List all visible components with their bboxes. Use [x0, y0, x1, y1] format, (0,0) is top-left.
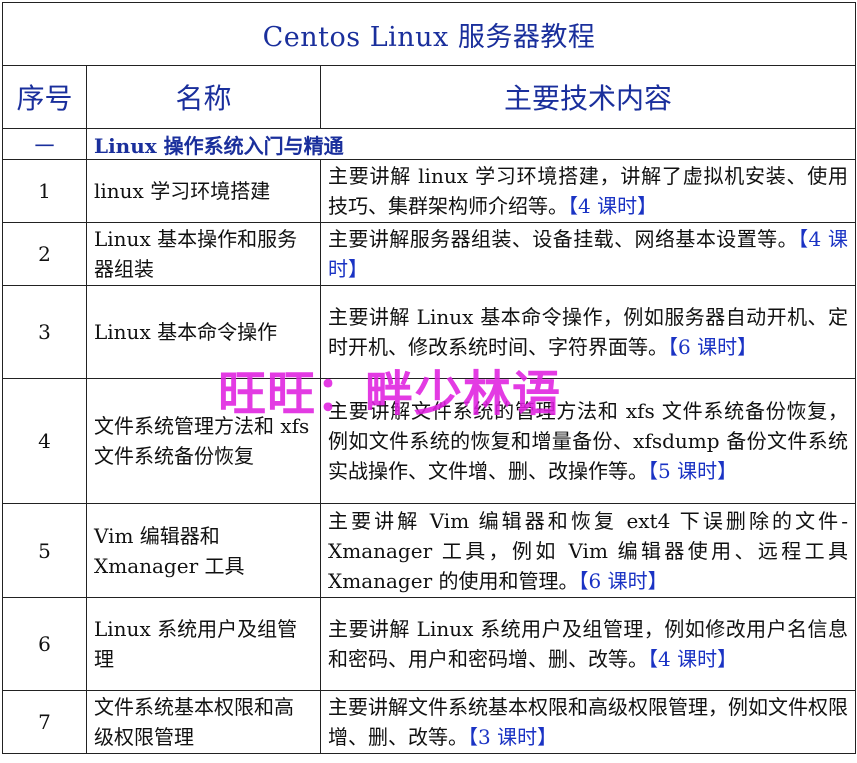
row-hours: 【4 课时】 [568, 194, 658, 218]
row-desc: 主要讲解文件系统基本权限和高级权限管理，例如文件权限增、删、改等。【3 课时】 [319, 690, 857, 754]
row-num: 5 [2, 503, 87, 598]
row-desc-text: 主要讲解文件系统基本权限和高级权限管理，例如文件权限增、删、改等。 [328, 695, 849, 749]
row-num: 4 [2, 378, 87, 504]
row-desc: 主要讲解服务器组装、设备挂载、网络基本设置等。【4 课时】 [319, 222, 857, 286]
table-row: 7 文件系统基本权限和高级权限管理 主要讲解文件系统基本权限和高级权限管理，例如… [2, 690, 857, 754]
row-name: Vim 编辑器和 Xmanager 工具 [86, 503, 321, 598]
watermark-text: 旺旺：畔少林语 [218, 366, 562, 422]
row-desc-text: 主要讲解服务器组装、设备挂载、网络基本设置等。 [328, 227, 799, 251]
row-name: 文件系统基本权限和高级权限管理 [86, 690, 321, 754]
header-num: 序号 [2, 65, 87, 129]
row-desc-text: 主要讲解 Linux 系统用户及组管理，例如修改用户名信息和密码、用户和密码增、… [328, 617, 849, 671]
row-num: 1 [2, 159, 87, 223]
section-title: Linux 操作系统入门与精通 [85, 128, 857, 160]
row-num: 6 [2, 597, 87, 691]
row-name: Linux 系统用户及组管理 [86, 597, 321, 691]
row-num: 3 [2, 285, 87, 379]
table-row: 6 Linux 系统用户及组管理 主要讲解 Linux 系统用户及组管理，例如修… [2, 597, 857, 691]
section-num: 一 [2, 128, 87, 160]
row-hours: 【5 课时】 [648, 459, 738, 483]
row-desc-text: 主要讲解 Linux 基本命令操作，例如服务器自动开机、定时开机、修改系统时间、… [328, 305, 849, 359]
row-hours: 【6 课时】 [578, 568, 668, 593]
row-num: 2 [2, 222, 87, 286]
row-hours: 【6 课时】 [668, 335, 758, 359]
row-name: linux 学习环境搭建 [86, 159, 321, 223]
row-desc: 主要讲解 Vim 编辑器和恢复 ext4 下误删除的文件-Xmanager 工具… [319, 503, 857, 598]
table-row: 1 linux 学习环境搭建 主要讲解 linux 学习环境搭建，讲解了虚拟机安… [2, 159, 857, 223]
table-row: 5 Vim 编辑器和 Xmanager 工具 主要讲解 Vim 编辑器和恢复 e… [2, 503, 857, 598]
row-desc: 主要讲解 Linux 系统用户及组管理，例如修改用户名信息和密码、用户和密码增、… [319, 597, 857, 691]
row-hours: 【4 课时】 [648, 647, 738, 671]
row-desc: 主要讲解 linux 学习环境搭建，讲解了虚拟机安装、使用技巧、集群架构师介绍等… [319, 159, 857, 223]
header-name: 名称 [86, 65, 321, 129]
row-hours: 【3 课时】 [468, 725, 558, 749]
table-title: Centos Linux 服务器教程 [1, 2, 857, 66]
table-row: 2 Linux 基本操作和服务器组装 主要讲解服务器组装、设备挂载、网络基本设置… [2, 222, 857, 286]
row-num: 7 [2, 690, 87, 754]
row-name: Linux 基本操作和服务器组装 [86, 222, 321, 286]
header-content: 主要技术内容 [319, 65, 857, 129]
